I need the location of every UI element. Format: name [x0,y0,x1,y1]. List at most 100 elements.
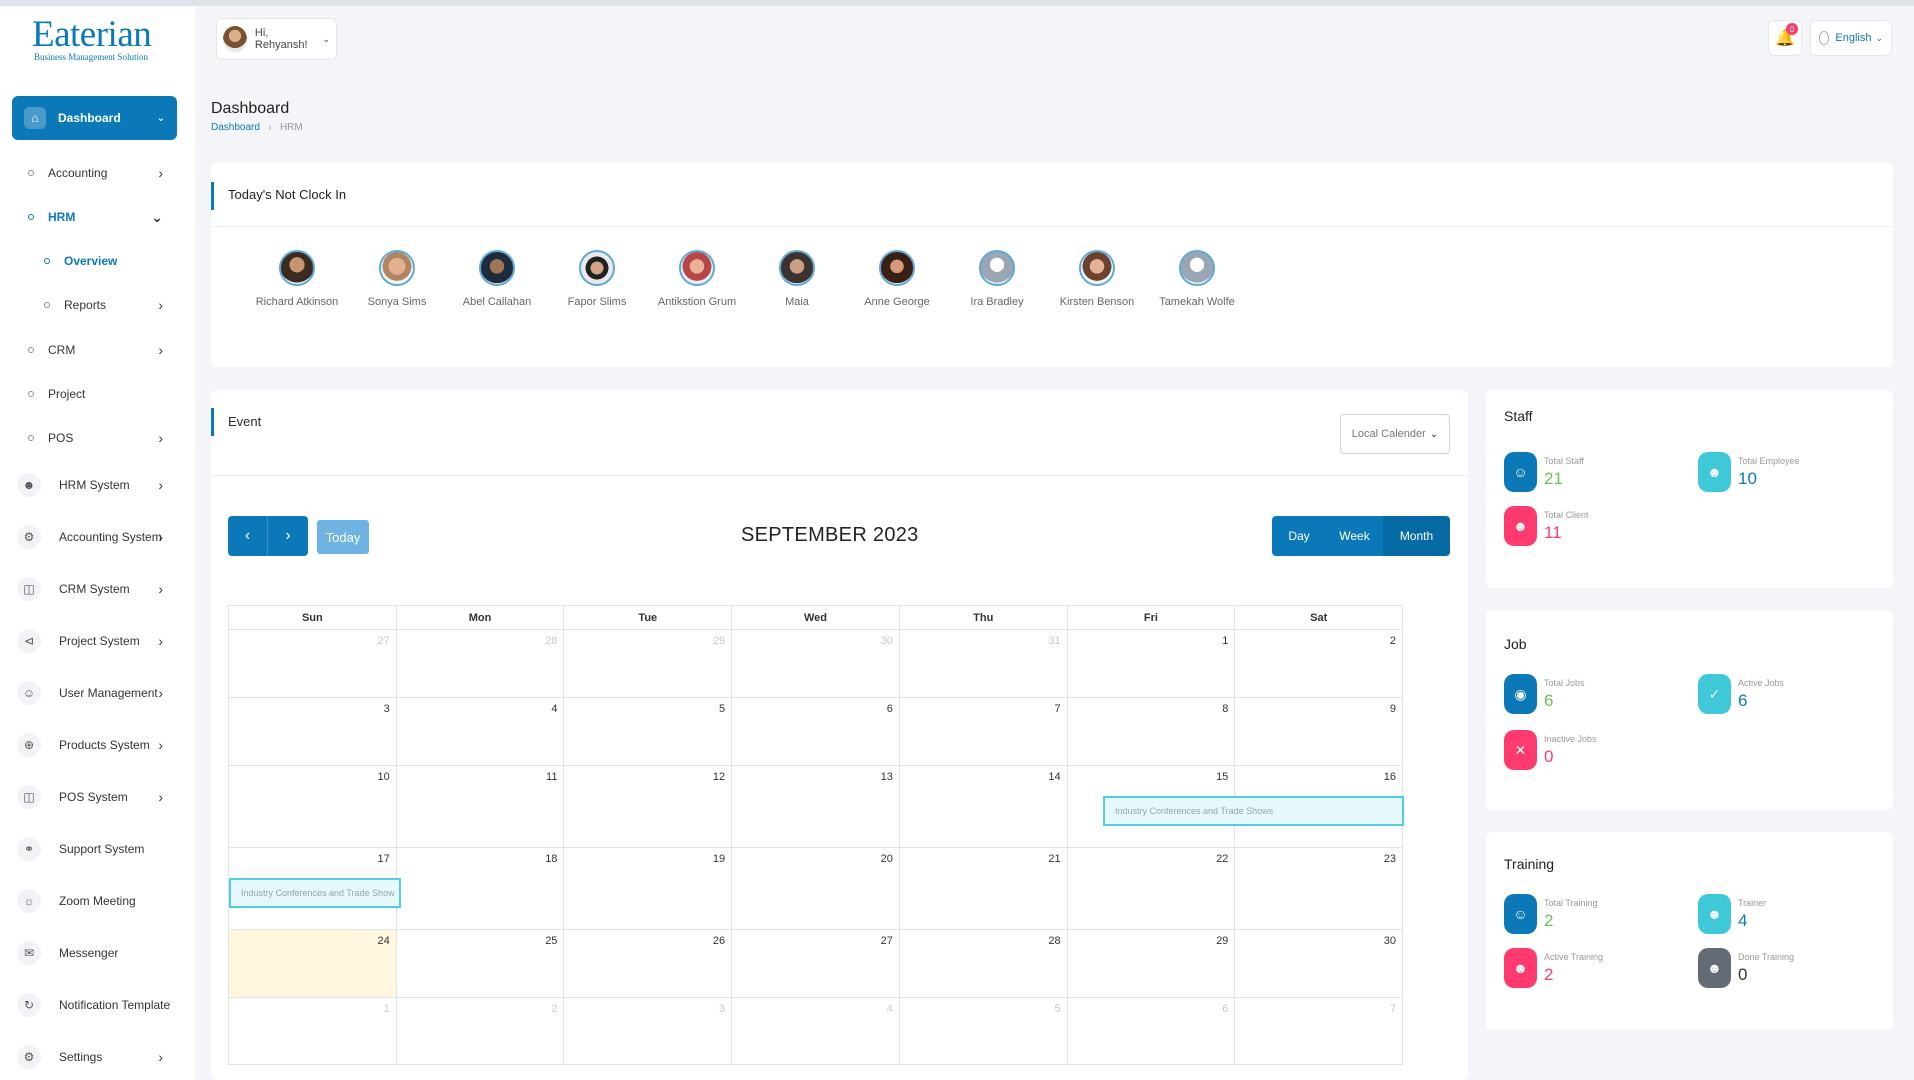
person[interactable]: Richard Atkinson [247,250,347,312]
calendar-select[interactable]: Local Calender ⌄ [1340,414,1450,454]
sidebar-item-hrm[interactable]: HRM ⌄ [0,202,195,232]
breadcrumb-link[interactable]: Dashboard [211,122,260,133]
logo-title: Eaterian [32,14,152,55]
calendar-day[interactable]: 26 [564,930,733,997]
sidebar-item-label: Accounting System [59,530,162,544]
person-name: Anne George [864,296,930,308]
sidebar-item-dashboard[interactable]: ⌂ Dashboard ⌄ [12,96,177,140]
calendar-day[interactable]: 5 [564,698,733,765]
sidebar-item-settings[interactable]: ⚙ Settings › [0,1042,195,1072]
user-icon: ☻ [17,473,41,497]
calendar-day[interactable]: 14 [900,766,1068,847]
calendar-day[interactable]: 1 [229,998,397,1064]
calendar-day[interactable]: 27 [732,930,900,997]
calendar-day[interactable]: 23 [1235,848,1402,929]
user-menu[interactable]: Hi, Rehyansh! ⌄ [216,18,337,60]
message-icon: ✉ [17,941,41,965]
calendar-week: 17 18 19 20 21 22 23 Industry Conference… [229,848,1402,930]
next-button[interactable]: › [268,516,308,556]
calendar-event[interactable]: Industry Conferences and Trade Shows [1103,796,1404,826]
calendar-day[interactable]: 11 [397,766,565,847]
person[interactable]: Maia [747,250,847,312]
calendar-day[interactable]: 21 [900,848,1068,929]
sidebar-item-products-system[interactable]: ⊕ Products System › [0,730,195,760]
person[interactable]: Fapor Slims [547,250,647,312]
calendar-week: 3 4 5 6 7 8 9 [229,698,1402,766]
calendar-day[interactable]: 29 [1068,930,1236,997]
sidebar-item-accounting[interactable]: Accounting › [0,158,195,188]
person[interactable]: Anne George [847,250,947,312]
sidebar-item-overview[interactable]: Overview [0,246,195,276]
sidebar-item-messenger[interactable]: ✉ Messenger [0,938,195,968]
calendar-day[interactable]: 7 [900,698,1068,765]
language-label: English [1835,32,1872,44]
person[interactable]: Tamekah Wolfe [1147,250,1247,312]
person[interactable]: Ira Bradley [947,250,1047,312]
notification-button[interactable]: 🔔 0 [1768,20,1802,56]
view-month-button[interactable]: Month [1383,516,1450,556]
calendar-day[interactable]: 13 [732,766,900,847]
sidebar-item-pos[interactable]: POS › [0,423,195,453]
sidebar-item-notification-template[interactable]: ↻ Notification Template [0,990,195,1020]
calendar-day[interactable]: 30 [732,630,900,697]
calendar-day[interactable]: 28 [900,930,1068,997]
sidebar-item-pos-system[interactable]: ◫ POS System › [0,782,195,812]
calendar-day[interactable]: 6 [732,698,900,765]
sidebar-item-zoom-meeting[interactable]: ☼ Zoom Meeting [0,886,195,916]
calendar-day[interactable]: 29 [564,630,733,697]
calendar-day[interactable]: 30 [1235,930,1402,997]
sidebar-item-crm-system[interactable]: ◫ CRM System › [0,574,195,604]
sidebar-item-project[interactable]: Project [0,379,195,409]
sidebar-item-crm[interactable]: CRM › [0,335,195,365]
calendar-day[interactable]: 2 [1235,630,1402,697]
stat-value: 11 [1544,523,1562,542]
calendar-day[interactable]: 5 [900,998,1068,1064]
sidebar-item-reports[interactable]: Reports › [0,290,195,320]
stat-active-jobs: ✓ Active Jobs 6 [1698,674,1784,714]
calendar-day-today[interactable]: 24 [229,930,397,997]
calendar-day[interactable]: 9 [1235,698,1402,765]
calendar-event[interactable]: Industry Conferences and Trade Show [229,878,401,908]
sidebar-item-label: POS [48,431,74,445]
calendar-day[interactable]: 6 [1068,998,1236,1064]
calendar-day[interactable]: 19 [564,848,733,929]
calendar-day[interactable]: 8 [1068,698,1236,765]
sidebar-item-hrm-system[interactable]: ☻ HRM System › [0,470,195,500]
calendar-day[interactable]: 22 [1068,848,1236,929]
person-name: Sonya Sims [367,296,427,308]
calendar-day[interactable]: 27 [229,630,397,697]
calendar-day[interactable]: 1 [1068,630,1236,697]
language-select[interactable]: English ⌄ [1810,20,1892,56]
logo[interactable]: Eaterian Business Management Solution [32,14,152,62]
calendar-day[interactable]: 18 [397,848,565,929]
person[interactable]: Sonya Sims [347,250,447,312]
sidebar-item-user-management[interactable]: ☺ User Management › [0,678,195,708]
sidebar-item-support-system[interactable]: ⚭ Support System [0,834,195,864]
calendar-day[interactable]: 12 [564,766,733,847]
person[interactable]: Abel Callahan [447,250,547,312]
sidebar-item-accounting-system[interactable]: ⚙ Accounting System › [0,522,195,552]
calendar-day[interactable]: 2 [397,998,565,1064]
logo-subtitle: Business Management Solution [34,52,148,62]
calendar-day[interactable]: 10 [229,766,397,847]
person[interactable]: Antikstion Grum [647,250,747,312]
person[interactable]: Kirsten Benson [1047,250,1147,312]
today-button[interactable]: Today [317,520,369,554]
calendar-day[interactable]: 20 [732,848,900,929]
calendar-day[interactable]: 4 [397,698,565,765]
calendar-day[interactable]: 3 [564,998,733,1064]
sidebar-item-project-system[interactable]: ⊲ Project System › [0,626,195,656]
prev-button[interactable]: ‹ [228,516,268,556]
calendar-day[interactable]: 28 [397,630,565,697]
calendar-day[interactable]: 31 [900,630,1068,697]
training-card: Training ☺ Total Training 2 ☻ Trainer 4 … [1486,832,1893,1030]
calendar-day[interactable]: 25 [397,930,565,997]
view-day-button[interactable]: Day [1272,516,1326,556]
calendar-day[interactable]: 7 [1235,998,1402,1064]
calendar-day[interactable]: 3 [229,698,397,765]
chevron-right-icon: › [285,527,291,544]
weekday-label: Tue [564,606,733,629]
view-week-button[interactable]: Week [1326,516,1383,556]
calendar-day[interactable]: 4 [732,998,900,1064]
sidebar-item-label: Reports [64,298,107,312]
